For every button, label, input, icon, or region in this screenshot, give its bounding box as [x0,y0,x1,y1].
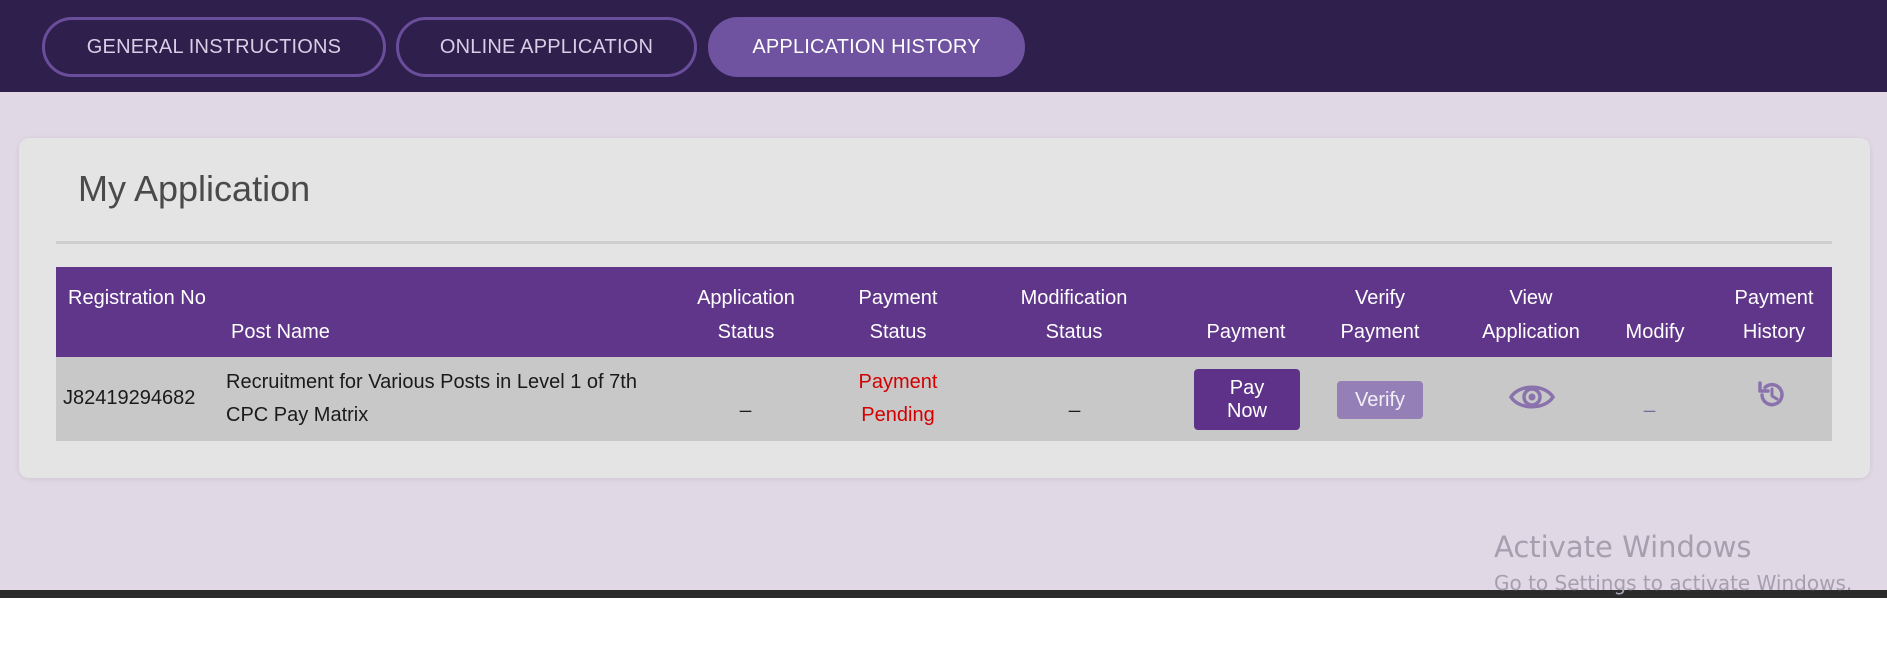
my-application-card: My Application Registration No Post Name… [19,138,1870,478]
pay-now-label: Pay Now [1226,376,1267,422]
th-payment-status: Payment Status [858,287,938,343]
tab-application-history[interactable]: APPLICATION HISTORY [708,17,1025,77]
th-registration-no: Registration No [68,287,206,309]
top-nav-bar: GENERAL INSTRUCTIONS ONLINE APPLICATION … [0,0,1887,92]
th-post-name: Post Name [231,321,330,343]
tab-online-application[interactable]: ONLINE APPLICATION [396,17,697,77]
modification-status: _ [1069,391,1081,413]
tab-general-instructions[interactable]: GENERAL INSTRUCTIONS [42,17,386,77]
table-row: J82419294682 Recruitment for Various Pos… [56,357,1832,441]
pay-now-button[interactable]: Pay Now [1194,369,1300,430]
history-icon[interactable] [1756,379,1788,411]
table-header-row: Registration No Post Name Application St… [56,267,1832,357]
th-application-status: Application Status [697,287,795,343]
th-verify-payment: Verify Payment [1340,287,1420,343]
th-payment: Payment [1206,321,1286,343]
card-title: My Application [78,168,311,209]
th-view-application: View Application [1482,287,1580,343]
th-payment-history: Payment History [1734,287,1814,343]
payment-status-badge: Payment Pending [858,371,938,426]
application-status: _ [740,391,752,413]
post-name: Recruitment for Various Posts in Level 1… [226,371,637,426]
activation-watermark-subtitle: Go to Settings to activate Windows. [1494,571,1853,595]
activation-watermark-title: Activate Windows [1494,530,1752,564]
th-modify: Modify [1625,321,1685,343]
th-modification-status: Modification Status [1020,287,1128,343]
bottom-blank [0,598,1887,648]
card-divider [56,241,1832,244]
page: GENERAL INSTRUCTIONS ONLINE APPLICATION … [0,0,1887,648]
content-area: My Application Registration No Post Name… [0,92,1887,590]
registration-no: J82419294682 [63,387,196,409]
modify-value: _ [1644,391,1656,413]
eye-icon[interactable] [1508,381,1556,413]
verify-button[interactable]: Verify [1337,381,1423,419]
